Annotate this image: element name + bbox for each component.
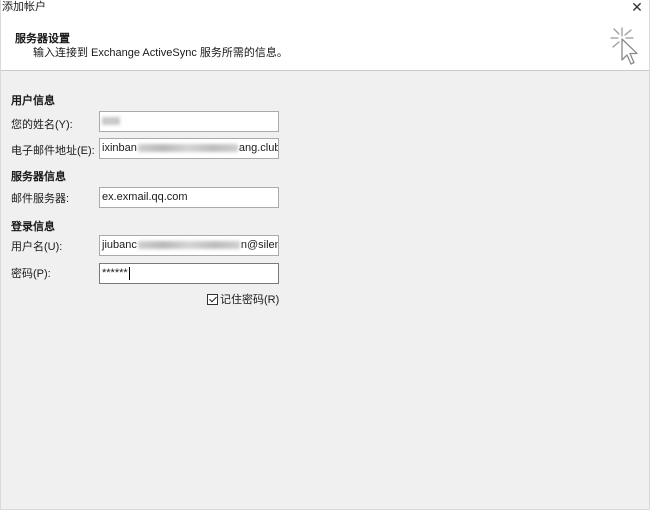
- cursor-sparkle-icon: [610, 27, 638, 65]
- username-label: 用户名(U):: [11, 241, 63, 253]
- email-prefix: ixinban: [102, 142, 137, 154]
- close-icon[interactable]: ✕: [629, 0, 645, 15]
- redacted-name: [102, 117, 120, 126]
- server-info-section-label: 服务器信息: [11, 171, 66, 183]
- title-bar: 添加帐户 ✕: [1, 0, 649, 16]
- mail-server-label: 邮件服务器:: [11, 193, 70, 205]
- username-field[interactable]: jiubanc n@silenc: [99, 235, 279, 256]
- name-field[interactable]: [99, 111, 279, 132]
- remember-password-checkbox[interactable]: 记住密码(R): [207, 291, 279, 307]
- add-account-dialog: 添加帐户 ✕ 服务器设置 输入连接到 Exchange ActiveSync 服…: [0, 0, 650, 510]
- email-field[interactable]: ixinban ang.club: [99, 138, 279, 159]
- name-label: 您的姓名(Y):: [11, 119, 73, 131]
- header-subtitle: 输入连接到 Exchange ActiveSync 服务所需的信息。: [33, 47, 288, 59]
- redacted-username-middle: [137, 241, 240, 250]
- user-info-section-label: 用户信息: [11, 95, 55, 107]
- password-field[interactable]: ******: [99, 263, 279, 284]
- username-suffix: n@silenc: [240, 239, 278, 251]
- text-caret: [128, 266, 130, 280]
- username-prefix: jiubanc: [102, 239, 137, 251]
- login-info-section-label: 登录信息: [11, 221, 55, 233]
- checkbox-checked-icon[interactable]: [207, 293, 218, 305]
- remember-password-label: 记住密码(R): [220, 294, 280, 306]
- email-suffix: ang.club: [238, 142, 279, 154]
- email-label: 电子邮件地址(E):: [11, 145, 95, 157]
- password-mask: ******: [102, 267, 128, 279]
- redacted-email-middle: [137, 144, 238, 153]
- mail-server-field[interactable]: ex.exmail.qq.com: [99, 187, 279, 208]
- password-label: 密码(P):: [11, 268, 51, 280]
- window-title: 添加帐户: [2, 1, 46, 13]
- dialog-header: 服务器设置 输入连接到 Exchange ActiveSync 服务所需的信息。: [1, 16, 649, 71]
